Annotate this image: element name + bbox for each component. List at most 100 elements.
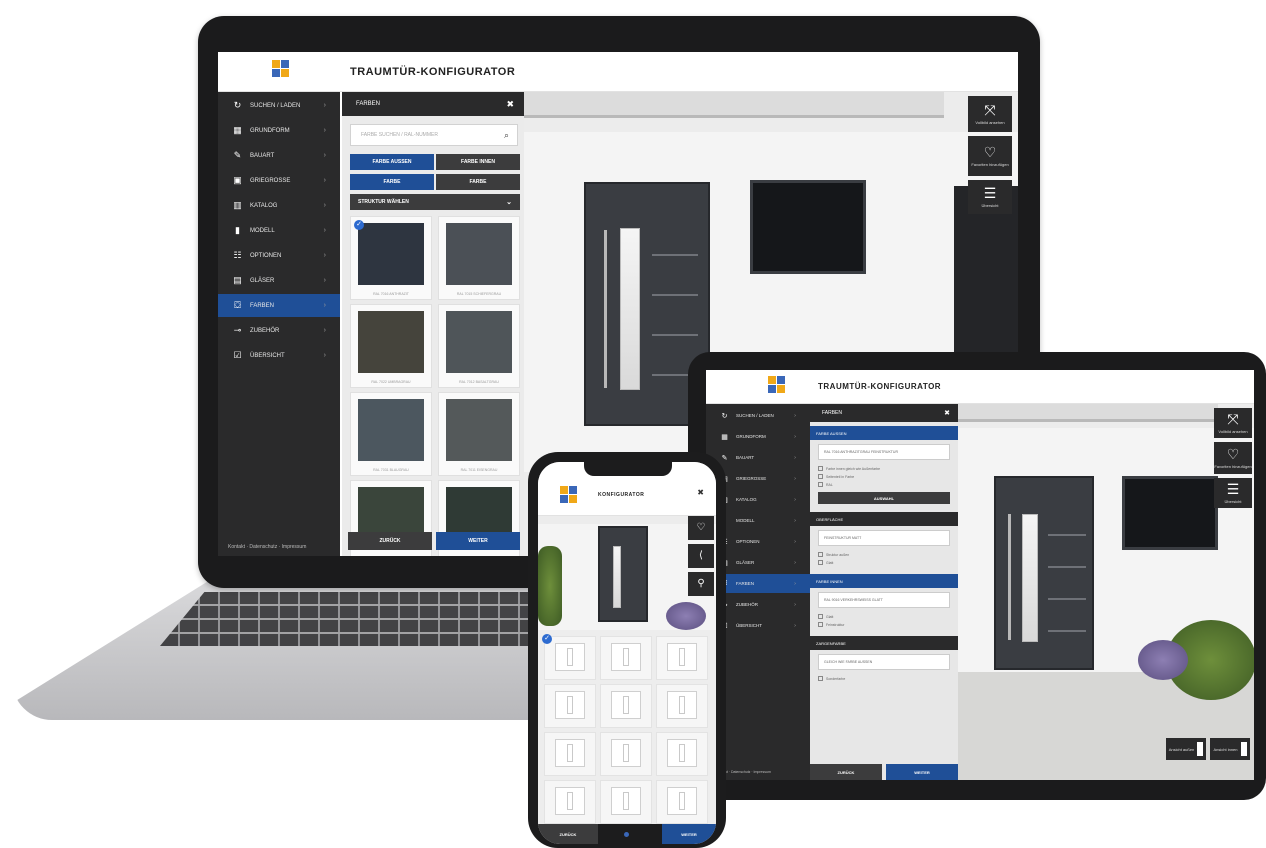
door-model-tile[interactable]: [544, 732, 596, 776]
color-swatch-card[interactable]: RAL 7015 SCHIEFERGRAU: [438, 216, 520, 300]
favorite-button[interactable]: ♡ Favoriten hinzufügen: [1214, 442, 1252, 474]
sidebar-item-grid-layout[interactable]: ▦ GRUNDFORM ›: [706, 427, 810, 446]
option-checkbox[interactable]: Seitenteil in Farbe: [818, 474, 854, 479]
door-model-tile[interactable]: ✓: [542, 634, 596, 680]
favorite-button[interactable]: ♡ Favoriten hinzufügen: [968, 136, 1012, 176]
fullscreen-button[interactable]: ⤧ Voll­bild ansehen: [1214, 408, 1252, 438]
sidebar-item-glass[interactable]: ▤ GLÄSER ›: [218, 269, 340, 292]
next-button[interactable]: WEITER: [436, 532, 520, 550]
sidebar-footer-links[interactable]: Kontakt · Datenschutz · Impressum: [228, 544, 306, 550]
option-checkbox[interactable]: RAL: [818, 482, 833, 487]
summary-button[interactable]: ☰ Übersicht: [968, 180, 1012, 214]
door-model-tile[interactable]: [600, 684, 652, 728]
structure-dropdown[interactable]: STRUKTUR WÄHLEN ⌄: [350, 194, 520, 210]
door-model-tile[interactable]: [544, 780, 596, 824]
option-checkbox[interactable]: Glatt: [818, 560, 833, 565]
farbe-button-right[interactable]: FARBE: [436, 174, 520, 190]
settings-section-header[interactable]: FARBE INNEN: [810, 574, 958, 588]
door-view-icon: [1197, 742, 1204, 756]
settings-section-header[interactable]: OBERFLÄCHE: [810, 512, 958, 526]
page-title: KONFIGURATOR: [598, 492, 645, 498]
door-model-tile[interactable]: [656, 780, 708, 824]
sidebar-item-label: FARBEN: [250, 302, 275, 309]
option-checkbox[interactable]: Sonderfarbe: [818, 676, 845, 681]
color-swatch: [446, 223, 512, 285]
sidebar-item-grid-layout[interactable]: ▦ GRUNDFORM ›: [218, 119, 340, 142]
back-button[interactable]: ZURÜCK: [538, 824, 598, 844]
paint-bucket-icon: ⛋: [234, 300, 241, 310]
sidebar-item-checklist[interactable]: ☑ ÜBERSICHT ›: [218, 344, 340, 367]
color-swatch-card[interactable]: RAL 7016 ANTHRAZIT ✓: [350, 216, 432, 300]
farbe-button-left[interactable]: FARBE: [350, 174, 434, 190]
door-model-tile[interactable]: [600, 636, 652, 680]
next-button[interactable]: WEITER: [886, 764, 958, 780]
settings-section-header[interactable]: FARBE AUSSEN: [810, 426, 958, 440]
color-select-field[interactable]: GLEICH WIE FARBE AUSSEN: [818, 654, 950, 670]
fullscreen-button[interactable]: ⤧ Voll­bild ansehen: [968, 96, 1012, 132]
option-checkbox[interactable]: Glatt: [818, 614, 833, 619]
brand-logo[interactable]: [768, 376, 786, 396]
door-model-tile[interactable]: [600, 780, 652, 824]
door-groove: [652, 254, 698, 256]
door-thumbnail: [611, 739, 641, 767]
brand-logo[interactable]: [560, 486, 578, 506]
apply-button[interactable]: AUSWAHL: [818, 492, 950, 504]
door-model-tile[interactable]: [656, 636, 708, 680]
color-swatch-card[interactable]: RAL 7022 UMBRAGRAU: [350, 304, 432, 388]
door-view-icon: [1240, 742, 1247, 756]
sidebar-item-door-model[interactable]: ▮ MODELL ›: [218, 219, 340, 242]
settings-section-header[interactable]: ZARGENFARBE: [810, 636, 958, 650]
checkbox-box: [818, 474, 823, 479]
box-frame-icon: ▣: [233, 175, 242, 185]
back-button[interactable]: ZURÜCK: [810, 764, 882, 780]
share-button[interactable]: ⟨: [688, 544, 714, 568]
lavender-plant: [1138, 640, 1188, 680]
sidebar-item-box-frame[interactable]: ▣ GRIEGROSSE ›: [218, 169, 340, 192]
color-select-field[interactable]: RAL 7016 ANTHRAZITGRAU FEINSTRUKTUR: [818, 444, 950, 460]
summary-button[interactable]: ☰ Übersicht: [1214, 478, 1252, 508]
next-button[interactable]: WEITER: [662, 824, 716, 844]
color-swatch: [446, 311, 512, 373]
favorite-button[interactable]: ♡: [688, 516, 714, 540]
back-button[interactable]: ZURÜCK: [348, 532, 432, 550]
chevron-right-icon: ›: [794, 412, 796, 419]
brand-logo[interactable]: [272, 60, 290, 80]
close-icon[interactable]: ✖: [697, 488, 704, 497]
door-thumbnail: [611, 643, 641, 671]
sidebar-item-book[interactable]: ▥ KATALOG ›: [218, 194, 340, 217]
close-icon[interactable]: ✖: [944, 409, 950, 417]
sidebar-item-options[interactable]: ☷ OPTIONEN ›: [218, 244, 340, 267]
color-select-field[interactable]: RAL 9016 VERKEHRSWEISS GLATT: [818, 592, 950, 608]
chevron-right-icon: ›: [794, 433, 796, 440]
color-swatch-card[interactable]: RAL 7011 EISENGRAU: [438, 392, 520, 476]
door-model-tile[interactable]: [656, 684, 708, 728]
door-thumbnail: [667, 643, 697, 671]
expand-icon: ⤧: [1227, 411, 1239, 427]
swatch-label: RAL 7011 EISENGRAU: [460, 468, 498, 472]
tab-farbe-innen[interactable]: FARBE INNEN: [436, 154, 520, 170]
door-model-tile[interactable]: [544, 684, 596, 728]
door-model-tile[interactable]: [600, 732, 652, 776]
chevron-right-icon: ›: [323, 327, 326, 334]
sidebar-item-handle[interactable]: ⊸ ZUBEHÖR ›: [218, 319, 340, 342]
tab-farbe-aussen[interactable]: FARBE AUSSEN: [350, 154, 434, 170]
option-checkbox[interactable]: Struktur außen: [818, 552, 849, 557]
view-outside-toggle[interactable]: Ansicht außen: [1166, 738, 1206, 760]
close-icon[interactable]: ✖: [506, 99, 514, 110]
color-search-input[interactable]: FARBE SUCHEN / RAL-NUMMER ⌕: [350, 124, 518, 146]
color-swatch-card[interactable]: RAL 7031 BLAUGRAU: [350, 392, 432, 476]
view-inside-toggle[interactable]: Ansicht innen: [1210, 738, 1250, 760]
sidebar-item-circle-refresh[interactable]: ↻ SUCHEN / LADEN ›: [218, 94, 340, 117]
door-model-tile[interactable]: [656, 732, 708, 776]
pager-dot[interactable]: [624, 832, 629, 837]
sidebar-item-pencil[interactable]: ✎ BAUART ›: [706, 448, 810, 467]
sidebar-item-paint-bucket[interactable]: ⛋ FARBEN ›: [218, 294, 340, 317]
sidebar-item-pencil[interactable]: ✎ BAUART ›: [218, 144, 340, 167]
color-swatch-card[interactable]: RAL 7012 BASALTGRAU: [438, 304, 520, 388]
color-select-field[interactable]: FEINSTRUKTUR MATT: [818, 530, 950, 546]
door-groove: [652, 294, 698, 296]
option-checkbox[interactable]: Farbe innen gleich wie Außenfarbe: [818, 466, 880, 471]
person-button[interactable]: ⚲: [688, 572, 714, 596]
sidebar-item-circle-refresh[interactable]: ↻ SUCHEN / LADEN ›: [706, 406, 810, 425]
option-checkbox[interactable]: Feinstruktur: [818, 622, 844, 627]
